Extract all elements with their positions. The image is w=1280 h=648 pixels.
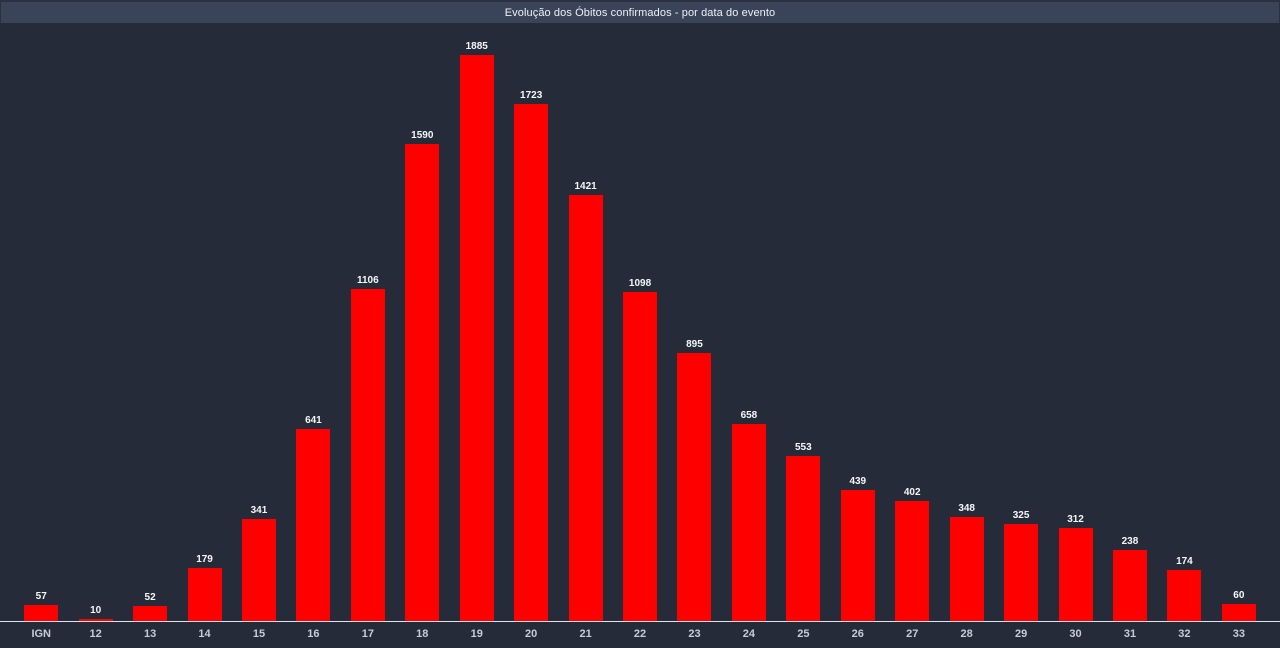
bar[interactable]: [623, 292, 657, 622]
bar-chart: 5710521793416411106159018851723142110988…: [0, 23, 1280, 648]
bar-value-label: 348: [958, 503, 975, 514]
bar[interactable]: [1059, 528, 1093, 622]
bar-column: 57: [14, 591, 68, 622]
bar-value-label: 895: [686, 339, 703, 350]
bar-column: 1723: [504, 90, 558, 622]
x-tick-label: 26: [831, 623, 885, 648]
bar-value-label: 341: [251, 505, 268, 516]
bar-column: 60: [1212, 590, 1266, 622]
bar[interactable]: [1113, 550, 1147, 622]
x-tick-label: 15: [232, 623, 286, 648]
bar-value-label: 179: [196, 554, 213, 565]
x-tick-label: IGN: [14, 623, 68, 648]
bar[interactable]: [569, 195, 603, 622]
bar-value-label: 52: [145, 592, 156, 603]
bar-value-label: 60: [1233, 590, 1244, 601]
bar[interactable]: [296, 429, 330, 622]
bar-column: 1421: [558, 181, 612, 622]
chart-title: Evolução dos Óbitos confirmados - por da…: [505, 7, 776, 19]
x-tick-label: 27: [885, 623, 939, 648]
x-tick-label: 22: [613, 623, 667, 648]
x-tick-label: 18: [395, 623, 449, 648]
bar-column: 174: [1157, 556, 1211, 622]
x-tick-label: 19: [450, 623, 504, 648]
bar[interactable]: [732, 424, 766, 622]
x-tick-label: 13: [123, 623, 177, 648]
bar[interactable]: [24, 605, 58, 622]
bar-column: 312: [1048, 514, 1102, 622]
x-tick-label: 17: [341, 623, 395, 648]
bar-column: 402: [885, 487, 939, 622]
x-tick-label: 25: [776, 623, 830, 648]
x-tick-label: 21: [558, 623, 612, 648]
bar-value-label: 312: [1067, 514, 1084, 525]
bar-value-label: 1723: [520, 90, 542, 101]
bar-value-label: 402: [904, 487, 921, 498]
x-tick-label: 16: [286, 623, 340, 648]
x-tick-label: 12: [68, 623, 122, 648]
bar-value-label: 325: [1013, 510, 1030, 521]
bar-value-label: 1590: [411, 130, 433, 141]
bar-value-label: 174: [1176, 556, 1193, 567]
x-axis-labels: IGN1213141516171819202122232425262728293…: [0, 623, 1280, 648]
bar-column: 641: [286, 415, 340, 622]
bar[interactable]: [841, 490, 875, 622]
bar-column: 179: [177, 554, 231, 622]
bar[interactable]: [405, 144, 439, 622]
bar-column: 348: [939, 503, 993, 622]
bar-column: 895: [667, 339, 721, 622]
bar-value-label: 1098: [629, 278, 651, 289]
bar-column: 325: [994, 510, 1048, 622]
bar-value-label: 641: [305, 415, 322, 426]
bar[interactable]: [242, 519, 276, 622]
bar-value-label: 10: [90, 605, 101, 616]
x-tick-label: 20: [504, 623, 558, 648]
bar[interactable]: [188, 568, 222, 622]
bar-value-label: 1421: [574, 181, 596, 192]
bar-value-label: 658: [741, 410, 758, 421]
x-tick-label: 33: [1212, 623, 1266, 648]
bar[interactable]: [1167, 570, 1201, 622]
x-tick-label: 31: [1103, 623, 1157, 648]
bar[interactable]: [786, 456, 820, 622]
x-axis-line: [0, 621, 1280, 622]
x-tick-label: 24: [722, 623, 776, 648]
bar[interactable]: [133, 606, 167, 622]
bar-column: 1885: [450, 41, 504, 622]
bar[interactable]: [460, 55, 494, 622]
bar[interactable]: [895, 501, 929, 622]
bar-column: 238: [1103, 536, 1157, 622]
x-tick-label: 23: [667, 623, 721, 648]
x-tick-label: 32: [1157, 623, 1211, 648]
bar-column: 52: [123, 592, 177, 622]
plot-area: 57 10 52 179 341 641 1106 1590 1885 1723 1421 1098 8…: [0, 23, 1280, 622]
x-tick-label: 29: [994, 623, 1048, 648]
bar-value-label: 238: [1122, 536, 1139, 547]
bar-value-label: 1885: [466, 41, 488, 52]
x-tick-label: 14: [177, 623, 231, 648]
bar-column: 658: [722, 410, 776, 622]
bar-column: 553: [776, 442, 830, 622]
bar[interactable]: [950, 517, 984, 622]
bar-column: 1098: [613, 278, 667, 622]
bar-column: 341: [232, 505, 286, 622]
bar-column: 10: [68, 605, 122, 622]
bar[interactable]: [351, 289, 385, 622]
bar-value-label: 57: [36, 591, 47, 602]
x-tick-label: 28: [939, 623, 993, 648]
bar[interactable]: [1004, 524, 1038, 622]
bar[interactable]: [1222, 604, 1256, 622]
bar-column: 439: [831, 476, 885, 622]
bar-value-label: 1106: [357, 275, 379, 286]
bar-column: 1590: [395, 130, 449, 622]
bar-value-label: 439: [849, 476, 866, 487]
x-tick-label: 30: [1048, 623, 1102, 648]
bar-column: 1106: [341, 275, 395, 622]
bar-value-label: 553: [795, 442, 812, 453]
bar[interactable]: [677, 353, 711, 622]
chart-title-bar: Evolução dos Óbitos confirmados - por da…: [0, 0, 1280, 23]
bar[interactable]: [514, 104, 548, 622]
